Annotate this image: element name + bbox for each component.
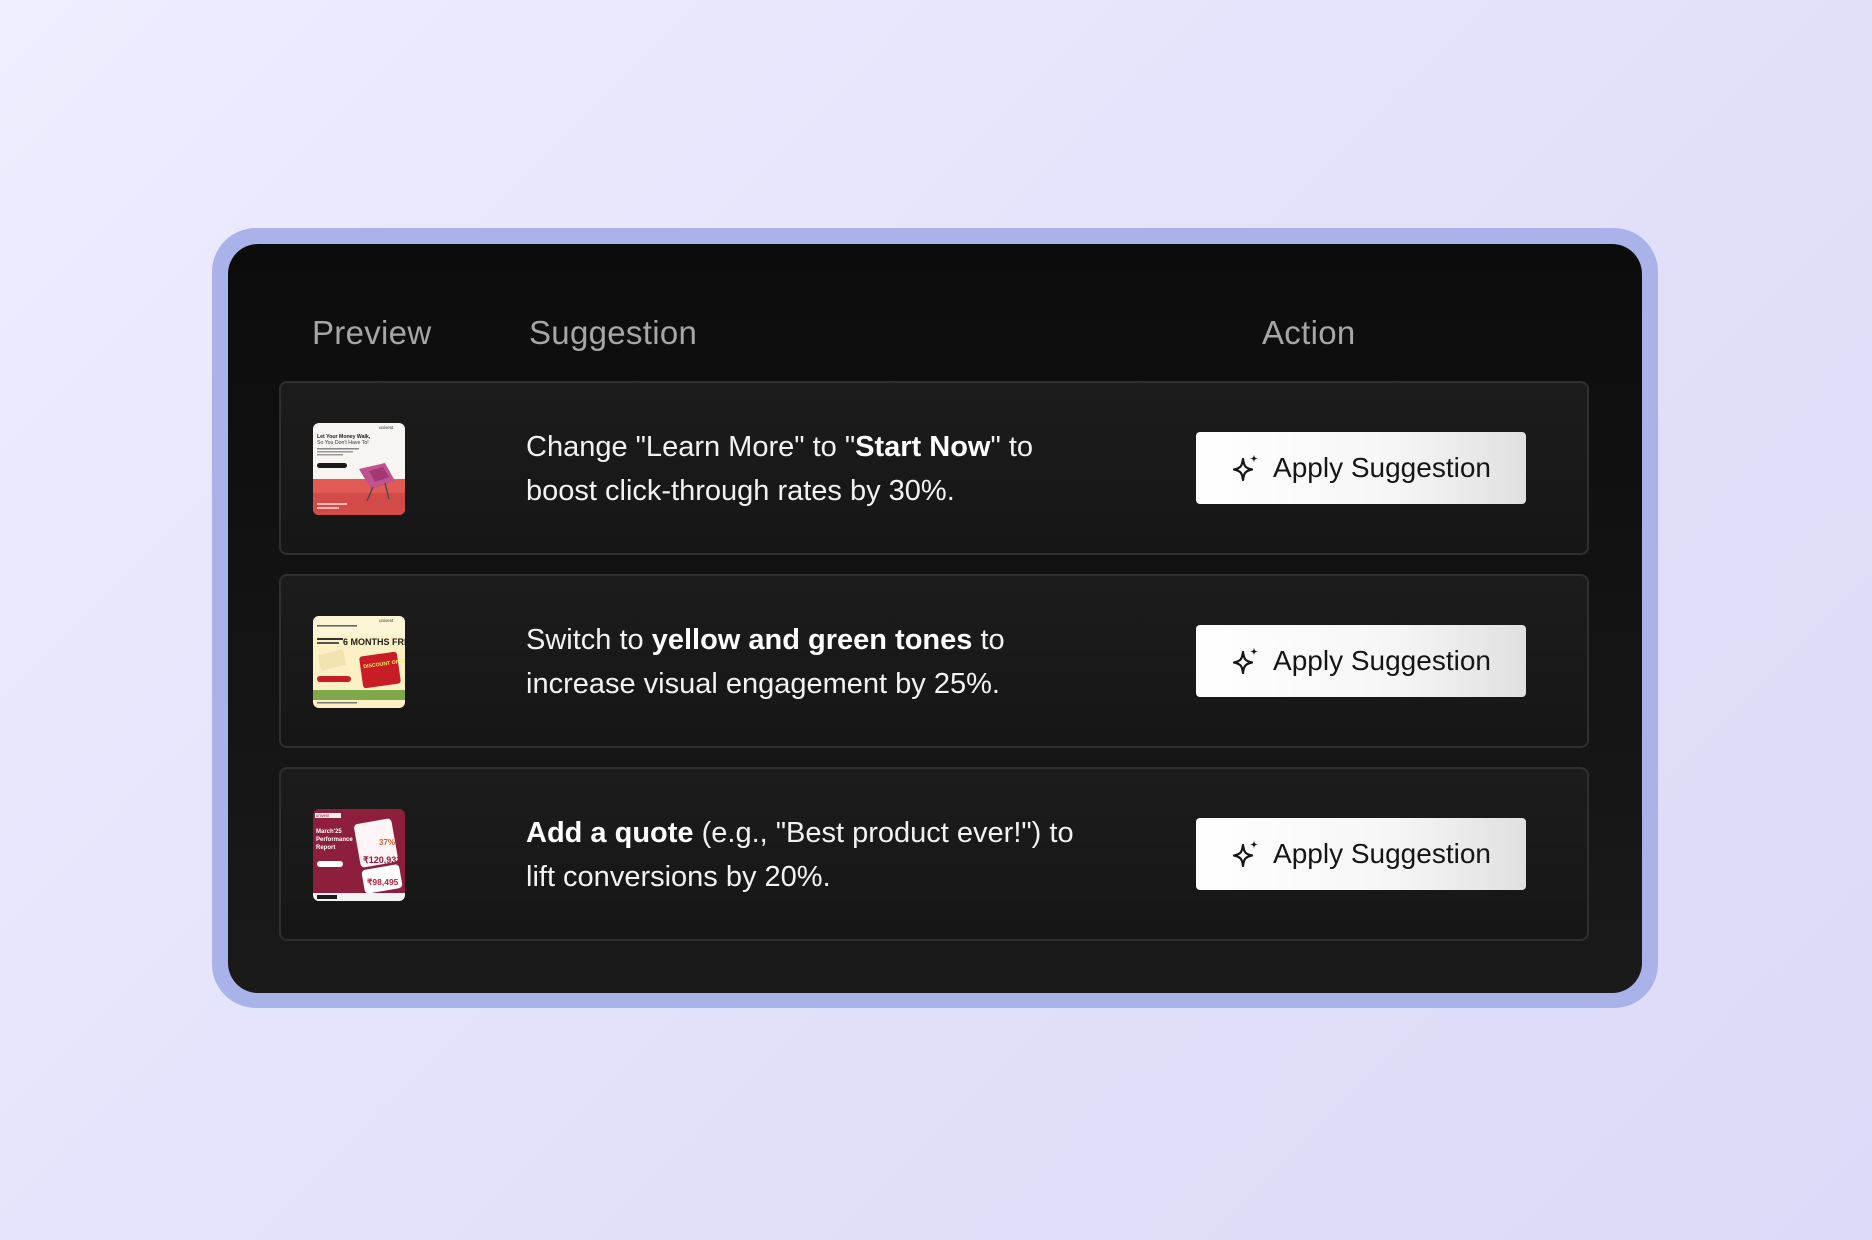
preview-thumbnail: univest Let Your Money Walk, So You Don'… <box>313 423 405 515</box>
apply-suggestion-label: Apply Suggestion <box>1273 645 1491 676</box>
suggestion-text: Switch to yellow and green tones to incr… <box>526 618 1106 706</box>
suggestion-row: univest Let Your Money Walk, So You Don'… <box>279 381 1589 555</box>
outer-frame: Preview Suggestion Action univest Let Yo… <box>212 228 1658 1008</box>
suggestion-highlight: Add a quote <box>526 817 694 849</box>
thumb-headline: 6 MONTHS FREE <box>343 637 405 647</box>
svg-text:Report: Report <box>316 845 335 851</box>
sparkle-icon <box>1231 453 1261 483</box>
suggestion-row: univest March'25 Performance Report 37% … <box>279 767 1589 941</box>
suggestion-text-part: Change "Learn More" to " <box>526 431 856 463</box>
apply-suggestion-label: Apply Suggestion <box>1273 838 1491 869</box>
apply-suggestion-button[interactable]: Apply Suggestion <box>1196 432 1526 504</box>
suggestion-highlight: Start Now <box>855 431 991 463</box>
suggestions-panel: Preview Suggestion Action univest Let Yo… <box>228 244 1642 993</box>
thumb-stat-pct: 37% <box>379 838 395 847</box>
svg-text:Performance: Performance <box>316 837 353 843</box>
suggestion-highlight: yellow and green tones <box>651 624 973 656</box>
thumb-stat-1: ₹120,932 <box>363 855 401 865</box>
header-preview: Preview <box>312 314 432 351</box>
header-action: Action <box>1262 314 1356 351</box>
suggestion-text-part: Switch to <box>526 624 652 656</box>
apply-suggestion-label: Apply Suggestion <box>1273 452 1491 483</box>
thumb-stat-2: ₹98,495 <box>367 877 399 887</box>
sparkle-icon <box>1231 839 1261 869</box>
sparkle-icon <box>1231 646 1261 676</box>
thumb-brand: univest <box>379 618 394 623</box>
thumb-brand: univest <box>379 425 394 430</box>
apply-suggestion-button[interactable]: Apply Suggestion <box>1196 818 1526 890</box>
suggestion-row: univest 6 MONTHS FREE DISCOUNT OFFER Swi… <box>279 574 1589 748</box>
suggestion-text: Change "Learn More" to "Start Now" to bo… <box>526 425 1106 513</box>
header-suggestion: Suggestion <box>529 314 698 351</box>
preview-thumbnail: univest 6 MONTHS FREE DISCOUNT OFFER <box>313 616 405 708</box>
thumb-brand: univest <box>316 813 330 818</box>
suggestion-text: Add a quote (e.g., "Best product ever!")… <box>526 811 1106 899</box>
apply-suggestion-button[interactable]: Apply Suggestion <box>1196 625 1526 697</box>
svg-text:March'25: March'25 <box>316 829 342 835</box>
preview-thumbnail: univest March'25 Performance Report 37% … <box>313 809 405 901</box>
svg-text:So You Don't Have To!: So You Don't Have To! <box>317 440 369 446</box>
